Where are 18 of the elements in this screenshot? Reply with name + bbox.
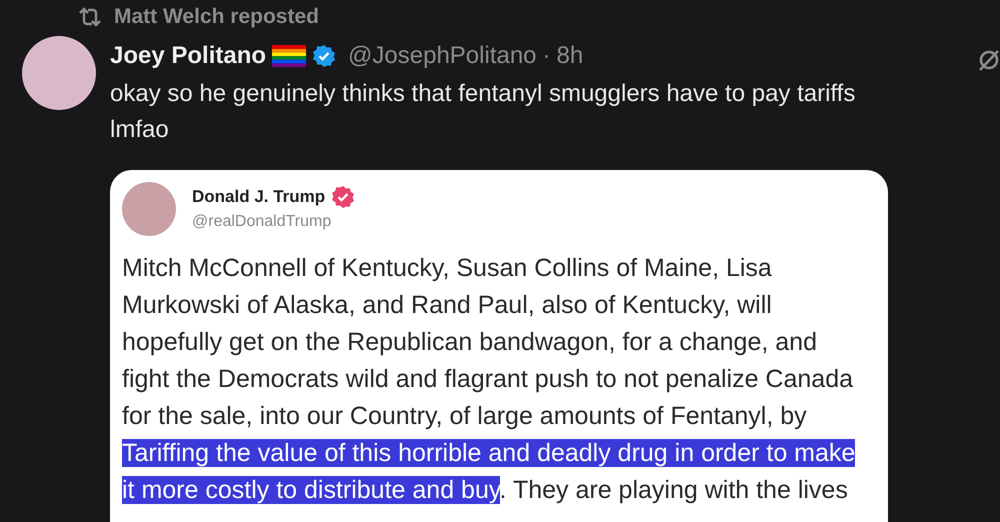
repost-label[interactable]: Matt Welch reposted bbox=[114, 1, 319, 33]
post-text-line: it more costly to distribute and buy. They are playing with the lives bbox=[122, 475, 848, 506]
post-text-line: hopefully get on the Republican bandwagon, for a change, and bbox=[122, 327, 817, 358]
rainbow-flag-icon bbox=[272, 45, 306, 67]
author-handle[interactable]: @JosephPolitano bbox=[348, 38, 537, 74]
embedded-author-name: Donald J. Trump bbox=[192, 186, 326, 208]
author-name[interactable]: Joey Politano bbox=[110, 38, 266, 74]
tweet-text: okay so he genuinely thinks that fentanyl smugglers have to pay tariffs lmfao bbox=[110, 79, 856, 145]
avatar-placeholder bbox=[122, 182, 176, 236]
repost-icon bbox=[78, 7, 102, 27]
post-time[interactable]: 8h bbox=[556, 38, 584, 74]
post-text-line: fight the Democrats wild and flagrant push to not penalize Canada bbox=[122, 364, 854, 395]
separator-dot: · bbox=[542, 41, 551, 71]
post-text-line: for the sale, into our Country, of large amounts of Fentanyl, by bbox=[122, 401, 807, 432]
embedded-author-handle: @realDonaldTrump bbox=[192, 212, 332, 232]
post-text-line: Murkowski of Alaska, and Rand Paul, also of Kentucky, will bbox=[122, 290, 772, 321]
slashed-circle-icon[interactable] bbox=[976, 48, 1000, 72]
post-text-line: Mitch McConnell of Kentucky, Susan Collins of Maine, Lisa bbox=[122, 253, 772, 284]
